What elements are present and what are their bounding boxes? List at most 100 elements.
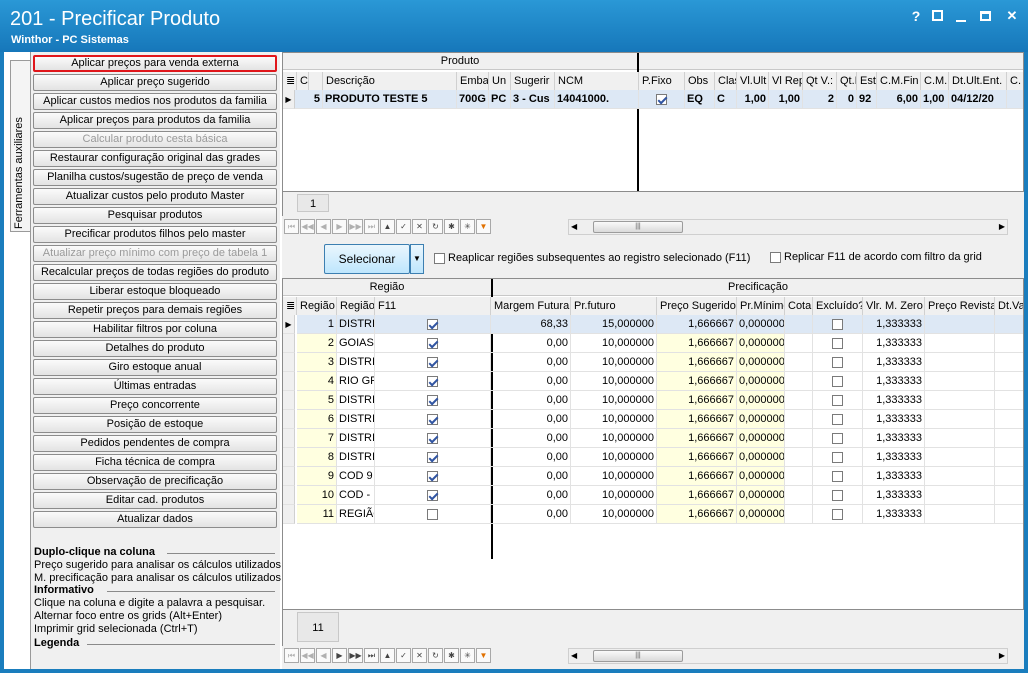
product-col-header[interactable]: Obs [685,72,715,90]
nav-refresh-icon[interactable]: ↻ [428,219,443,234]
product-cell[interactable]: 3 - Cus [511,90,555,109]
region-id-cell[interactable]: 8 [297,448,337,467]
product-cell[interactable]: EQ [685,90,715,109]
region-id-cell[interactable]: 1 [297,315,337,334]
region-name-cell[interactable]: RIO GR [337,372,375,391]
cota-cell[interactable] [785,353,813,372]
action-button[interactable]: Precificar produtos filhos pelo master [33,226,277,243]
cota-cell[interactable] [785,505,813,524]
action-button[interactable]: Posição de estoque [33,416,277,433]
nav-export-icon[interactable]: ▼ [476,648,491,663]
region-name-cell[interactable]: DISTRI [337,410,375,429]
excluido-cell[interactable] [813,391,863,410]
nav-clear-filter-icon[interactable]: ✳ [460,648,475,663]
product-cell[interactable] [1007,90,1023,109]
nav-next-icon[interactable]: ▶ [332,219,347,234]
region-col-header[interactable]: F11 [375,297,491,315]
preco-futuro-cell[interactable]: 10,000000 [571,448,657,467]
product-col-header[interactable]: Clas [715,72,737,90]
product-row[interactable]: ▶ 5 PRODUTO TESTE 5 700G PC 3 - Cus 14041000. E… [283,90,1023,109]
region-col-header[interactable]: Região [297,297,337,315]
nav-filter-icon[interactable]: ✱ [444,648,459,663]
product-col-header[interactable]: C [297,72,309,90]
vlr-m-zero-cell[interactable]: 1,333333 [863,505,925,524]
action-button[interactable]: Observação de precificação [33,473,277,490]
excluido-checkbox[interactable] [832,413,843,425]
action-button[interactable]: Pedidos pendentes de compra [33,435,277,452]
action-button[interactable]: Calcular produto cesta básica [33,131,277,148]
cota-cell[interactable] [785,486,813,505]
preco-revista-cell[interactable] [925,467,995,486]
action-button[interactable]: Giro estoque anual [33,359,277,376]
cota-cell[interactable] [785,429,813,448]
preco-revista-cell[interactable] [925,486,995,505]
region-name-cell[interactable]: COD 9 [337,467,375,486]
product-cell[interactable]: 5 [295,90,323,109]
product-col-header[interactable]: C.M.Fin [877,72,921,90]
vlr-m-zero-cell[interactable]: 1,333333 [863,467,925,486]
preco-futuro-cell[interactable]: 10,000000 [571,410,657,429]
f11-checkbox[interactable] [427,470,438,482]
preco-futuro-cell[interactable]: 10,000000 [571,486,657,505]
nav-next-page-icon[interactable]: ▶▶ [348,219,363,234]
excluido-cell[interactable] [813,505,863,524]
action-button[interactable]: Repetir preços para demais regiões [33,302,277,319]
region-name-cell[interactable]: DISTRI [337,448,375,467]
action-button[interactable]: Habilitar filtros por coluna [33,321,277,338]
f11-cell[interactable] [375,505,491,524]
nav-refresh-icon[interactable]: ↻ [428,648,443,663]
dt-va-cell[interactable] [995,353,1023,372]
preco-minimo-cell[interactable]: 0,000000 [737,429,785,448]
region-col-header[interactable]: Preço Revista [925,297,995,315]
f11-cell[interactable] [375,486,491,505]
f11-cell[interactable] [375,410,491,429]
f11-checkbox[interactable] [427,508,438,520]
dt-va-cell[interactable] [995,467,1023,486]
f11-checkbox[interactable] [427,489,438,501]
product-grid[interactable]: Produto ≣ C Descrição Emba Un Sugerir NCM P.Fix… [282,52,1024,192]
maximize-button[interactable] [980,8,996,24]
product-col-header[interactable]: Un [489,72,511,90]
excluido-cell[interactable] [813,429,863,448]
f11-cell[interactable] [375,315,491,334]
dt-va-cell[interactable] [995,372,1023,391]
preco-minimo-cell[interactable]: 0,000000 [737,391,785,410]
nav-prior-page-icon[interactable]: ◀◀ [300,648,315,663]
region-id-cell[interactable]: 7 [297,429,337,448]
preco-minimo-cell[interactable]: 0,000000 [737,353,785,372]
nav-post-icon[interactable]: ✓ [396,219,411,234]
region-col-header[interactable]: Pr.Mínimo [737,297,785,315]
region-name-cell[interactable]: GOIAS [337,334,375,353]
nav-post-icon[interactable]: ✓ [396,648,411,663]
product-cell[interactable]: C [715,90,737,109]
nav-prior-icon[interactable]: ◀ [316,648,331,663]
f11-checkbox[interactable] [427,356,438,368]
product-col-header[interactable]: Sugerir [511,72,555,90]
f11-cell[interactable] [375,429,491,448]
product-cell[interactable]: 1,00 [921,90,949,109]
excluido-checkbox[interactable] [832,451,843,463]
margem-futura-cell[interactable]: 0,00 [491,448,571,467]
preco-revista-cell[interactable] [925,315,995,334]
nav-prior-page-icon[interactable]: ◀◀ [300,219,315,234]
vlr-m-zero-cell[interactable]: 1,333333 [863,315,925,334]
cota-cell[interactable] [785,448,813,467]
action-button[interactable]: Aplicar preços para venda externa [33,55,277,72]
preco-sugerido-cell[interactable]: 1,666667 [657,486,737,505]
preco-minimo-cell[interactable]: 0,000000 [737,334,785,353]
region-col-header[interactable]: Região [337,297,375,315]
preco-minimo-cell[interactable]: 0,000000 [737,410,785,429]
preco-minimo-cell[interactable]: 0,000000 [737,467,785,486]
margem-futura-cell[interactable]: 0,00 [491,505,571,524]
region-id-cell[interactable]: 10 [297,486,337,505]
region-col-header[interactable]: Vlr. M. Zero [863,297,925,315]
horizontal-scrollbar[interactable]: ||| ◀ ▶ [568,648,1008,664]
preco-minimo-cell[interactable]: 0,000000 [737,315,785,334]
excluido-checkbox[interactable] [832,337,843,349]
select-button[interactable]: Selecionar [324,244,410,274]
cota-cell[interactable] [785,315,813,334]
sort-icon[interactable] [309,72,323,90]
scroll-right-icon[interactable]: ▶ [999,220,1005,234]
product-cell[interactable]: 700G [457,90,489,109]
action-button[interactable]: Aplicar custos medios nos produtos da fa… [33,93,277,110]
